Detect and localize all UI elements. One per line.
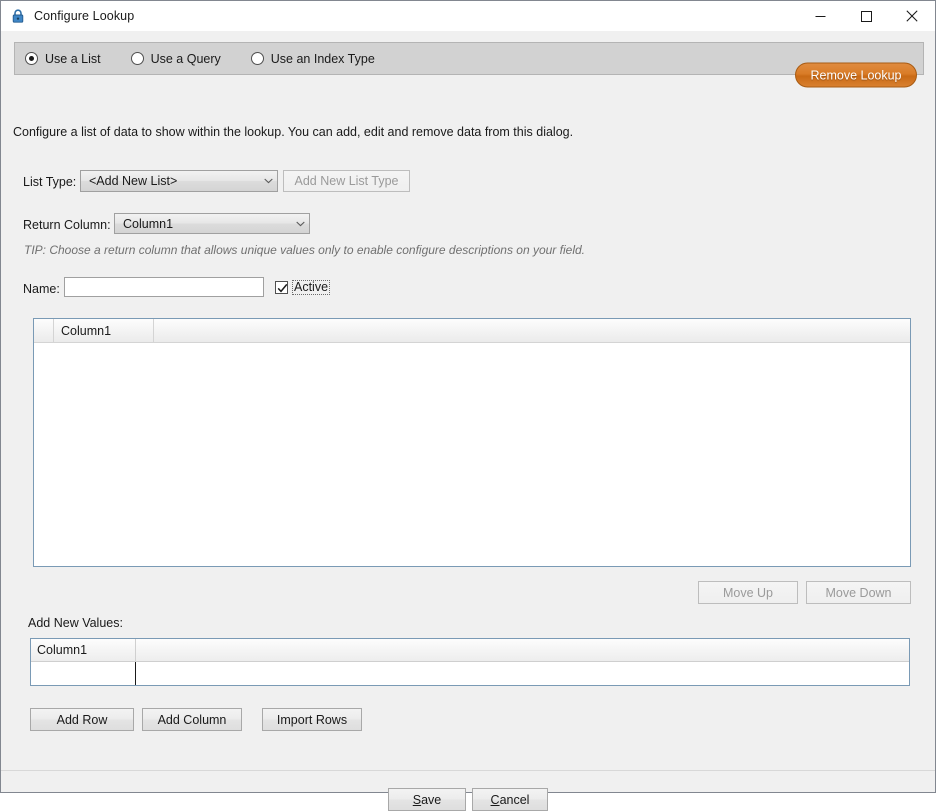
add-new-values-row[interactable] [31,662,909,685]
list-type-dropdown[interactable]: <Add New List> [80,170,278,192]
radio-indicator [250,52,264,65]
save-accel: S [412,792,422,807]
radio-label: Use an Index Type [270,51,375,66]
lookup-mode-group: Use a List Use a Query Use an Index Type [14,42,924,75]
radio-indicator [25,52,38,65]
lock-icon [10,8,26,24]
add-new-values-cell-filler[interactable] [136,662,909,685]
return-column-value: Column1 [123,216,174,231]
active-checkbox[interactable]: Active [275,280,331,295]
cancel-accel: C [490,792,500,807]
cancel-label-rest: ancel [499,792,530,807]
radio-label: Use a List [45,51,101,66]
dialog-body: Use a List Use a Query Use an Index Type… [1,31,935,811]
add-new-values-column-header[interactable]: Column1 [31,639,136,661]
add-new-values-grid[interactable]: Column1 [30,638,910,686]
radio-use-a-query[interactable]: Use a Query [130,43,221,74]
name-input[interactable] [64,277,264,297]
add-column-button[interactable]: Add Column [142,708,242,731]
window-controls [797,1,935,31]
title-bar: Configure Lookup [1,1,935,31]
grid-body[interactable] [34,343,910,566]
list-type-label: List Type: [23,175,77,189]
add-new-values-header-row: Column1 [31,639,909,662]
remove-lookup-button[interactable]: Remove Lookup [795,62,917,88]
window-title: Configure Lookup [34,9,135,23]
save-button[interactable]: Save [388,788,466,811]
configure-lookup-dialog: Configure Lookup Use a List Use a Query [0,0,936,811]
add-new-values-label: Add New Values: [28,616,123,630]
return-column-label: Return Column: [23,218,111,232]
add-new-values-header-filler [136,639,909,661]
chevron-down-icon [292,221,309,227]
cancel-button[interactable]: Cancel [472,788,548,811]
list-type-value: <Add New List> [89,174,178,188]
add-new-list-type-button[interactable]: Add New List Type [283,170,410,192]
grid-row-selector-header [34,319,54,342]
grid-column-header[interactable]: Column1 [54,319,154,342]
add-row-button[interactable]: Add Row [30,708,134,731]
radio-indicator [130,52,144,65]
checkbox-indicator [275,281,288,294]
move-down-button[interactable]: Move Down [806,581,911,604]
tip-text: TIP: Choose a return column that allows … [24,243,585,257]
return-column-dropdown[interactable]: Column1 [114,213,310,234]
close-icon[interactable] [889,1,935,31]
chevron-down-icon [260,178,277,184]
lookup-values-grid[interactable]: Column1 [33,318,911,567]
grid-header-row: Column1 [34,319,910,343]
footer-divider [1,770,935,771]
active-checkbox-label: Active [292,280,331,295]
grid-header-filler [154,319,910,342]
add-new-values-cell[interactable] [31,662,136,685]
move-up-button[interactable]: Move Up [698,581,798,604]
dialog-description: Configure a list of data to show within … [13,125,574,139]
radio-use-an-index-type[interactable]: Use an Index Type [250,43,375,74]
save-label-rest: ave [421,792,442,807]
maximize-icon[interactable] [843,1,889,31]
radio-use-a-list[interactable]: Use a List [25,43,101,74]
radio-label: Use a Query [150,51,221,66]
minimize-icon[interactable] [797,1,843,31]
name-label: Name: [23,282,60,296]
import-rows-button[interactable]: Import Rows [262,708,362,731]
